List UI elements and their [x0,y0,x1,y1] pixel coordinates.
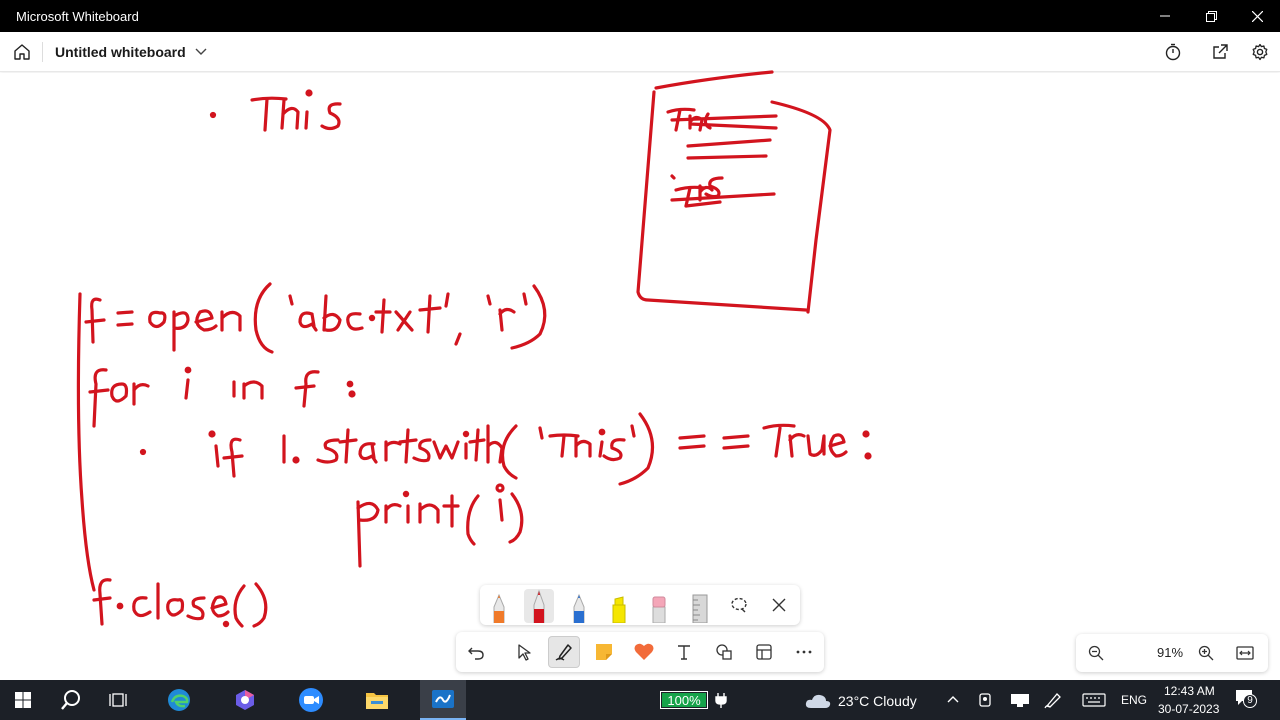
templates-button[interactable] [748,636,780,668]
more-icon [796,650,812,654]
red-pen-icon[interactable] [524,589,554,623]
ink-code-line3 [208,412,872,486]
orange-pen-icon[interactable] [484,589,514,623]
search-button[interactable] [48,680,94,720]
ink-code-line4 [356,483,524,568]
task-view-icon [109,693,127,707]
undo-button[interactable] [460,636,492,668]
plug-icon [715,693,727,708]
ink-code-line1 [84,282,547,354]
meet-now-icon[interactable] [978,691,994,709]
zoom-out-icon [1088,645,1104,661]
chevron-up-icon[interactable] [946,694,960,704]
text-icon [678,645,690,660]
zoom-icon [299,688,323,712]
edge-icon [168,689,190,711]
sticky-note-button[interactable] [588,636,620,668]
keyboard-icon[interactable] [1082,693,1106,707]
close-icon[interactable] [772,598,786,612]
highlighter-icon[interactable] [604,589,634,623]
network-icon[interactable] [1010,692,1030,708]
zoom-out-button[interactable] [1084,641,1108,665]
select-icon [518,644,531,661]
search-icon [61,690,80,710]
ruler-icon[interactable] [684,589,714,623]
windows-start-icon [15,692,31,708]
zoom-level: 91% [1156,645,1184,660]
battery-indicator[interactable]: 100% [660,691,708,709]
weather-text[interactable]: 23°C Cloudy [838,693,917,709]
notification-center-button[interactable]: 9 [1234,688,1262,712]
shapes-button[interactable] [708,636,740,668]
zoom-app-button[interactable] [288,680,334,720]
zoom-control: 91% [1076,634,1268,672]
ink-code-line5 [92,578,268,628]
clock-date[interactable]: 30-07-2023 [1158,702,1219,716]
ink-button[interactable] [548,636,580,668]
file-explorer-button[interactable] [354,680,400,720]
ink-word-this [250,89,342,132]
cloudy-icon [805,694,831,708]
blue-pen-icon[interactable] [564,589,594,623]
reaction-button[interactable] [628,636,660,668]
fit-screen-icon [1236,646,1254,660]
undo-icon [468,647,484,660]
ink-document-sketch [636,70,832,314]
ink-dot [209,111,217,119]
whiteboard-app-button[interactable] [420,680,466,720]
clock-time[interactable]: 12:43 AM [1164,684,1215,698]
sticky-note-icon [596,644,612,660]
more-button[interactable] [788,636,820,668]
start-button[interactable] [0,680,46,720]
edge-button[interactable] [156,680,202,720]
whiteboard-icon [432,690,454,708]
templates-icon [756,644,772,660]
battery-percent: 100% [667,693,701,708]
ink-code-line2 [88,366,356,428]
task-view-button[interactable] [96,680,142,720]
language-indicator[interactable]: ENG [1121,693,1147,707]
ink-icon [555,644,572,661]
pen-workspace-icon[interactable] [1044,691,1062,709]
pen-tray [480,585,800,625]
notification-count: 9 [1243,694,1257,708]
select-button[interactable] [508,636,540,668]
heart-icon [634,643,654,660]
text-button[interactable] [668,636,700,668]
copilot-button[interactable] [222,680,268,720]
taskbar: 100% 23°C Cloudy ENG 12:43 AM 30-07-2023… [0,680,1280,720]
eraser-icon[interactable] [644,589,674,623]
main-toolbar [456,632,824,672]
fit-to-screen-button[interactable] [1233,641,1257,665]
zoom-in-button[interactable] [1194,641,1218,665]
lasso-icon[interactable] [730,596,748,614]
file-explorer-icon [366,693,388,709]
shapes-icon [716,644,732,660]
zoom-in-icon [1198,645,1214,661]
copilot-icon [236,690,254,710]
